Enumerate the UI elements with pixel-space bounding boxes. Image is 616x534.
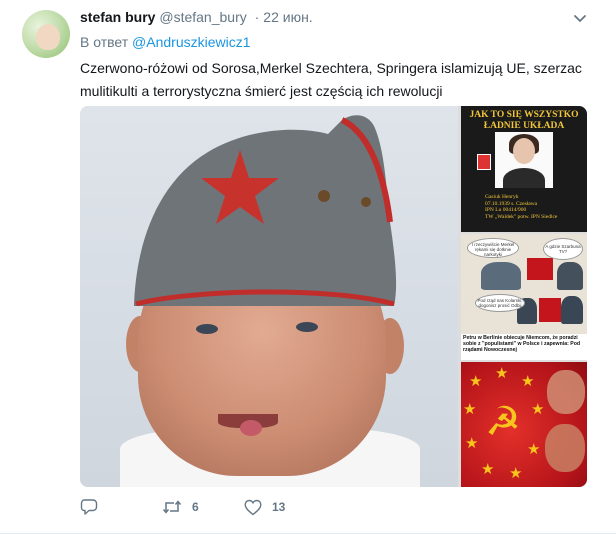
- tweet-date[interactable]: 22 июн.: [263, 9, 312, 25]
- thumbnail-2-caption: Petru w Berlinie obiecuje Niemcom, że po…: [463, 335, 581, 353]
- star-icon: ★: [463, 400, 477, 418]
- star-icon: ★: [531, 400, 545, 418]
- retweet-count: 6: [192, 500, 199, 514]
- portrait-head: [513, 138, 535, 164]
- like-count: 13: [272, 500, 286, 514]
- reply-prefix: В ответ: [80, 34, 129, 50]
- tweet-header: stefan bury @stefan_bury · 22 июн.: [80, 9, 313, 25]
- thumbnail-1-portrait: [495, 132, 553, 188]
- speech-bubble: Pod rząd nas Kolarski, dogonisz prosić O…: [475, 294, 525, 312]
- photo-tongue: [240, 420, 262, 436]
- photo-eye-right: [296, 322, 318, 332]
- reply-button[interactable]: [80, 497, 98, 517]
- portrait-body: [503, 168, 545, 188]
- thumbnail-2[interactable]: I rzeczywiście Merkel rękami się dotknie…: [461, 234, 587, 360]
- red-chair: [527, 258, 553, 280]
- budenovka-hat: [134, 115, 397, 306]
- author-name[interactable]: stefan bury: [80, 9, 155, 25]
- retweet-button[interactable]: 6: [162, 497, 199, 517]
- tweet[interactable]: stefan bury @stefan_bury · 22 июн. В отве…: [0, 0, 616, 534]
- tweet-text: Czerwono-różowi od Sorosa,Merkel Szechte…: [80, 60, 582, 99]
- reply-mention-link[interactable]: @Andruszkiewicz1: [132, 34, 250, 50]
- reply-icon: [80, 499, 98, 515]
- star-icon: ★: [521, 372, 535, 390]
- star-icon: ★: [495, 364, 509, 382]
- star-icon: ★: [481, 460, 495, 478]
- thumbnail-1[interactable]: JAK TO SIĘ WSZYSTKO ŁADNIE UKŁADA Gasiuk…: [461, 106, 587, 232]
- heart-icon: [244, 499, 262, 515]
- thumbnail-1-caption: Gasiuk Henryk 07.10.1939 s. Czesława IPN…: [485, 194, 557, 220]
- figure: [481, 262, 521, 290]
- star-icon: ★: [509, 464, 523, 482]
- chevron-down-icon[interactable]: [572, 10, 588, 26]
- thumbnail-3[interactable]: ★ ★ ★ ★ ★ ★ ★ ★ ★ ☭: [461, 362, 587, 487]
- main-photo[interactable]: [80, 106, 458, 487]
- face: [545, 424, 585, 472]
- separator-dot: ·: [254, 9, 260, 25]
- speech-bubble: A gdzie Szarbuna TV?: [543, 238, 583, 260]
- star-icon: ★: [465, 434, 479, 452]
- reply-context: В ответ @Andruszkiewicz1: [80, 34, 251, 50]
- thumbnail-1-emblem: [477, 154, 491, 170]
- photo-eye-left: [196, 324, 218, 334]
- speech-bubble: I rzeczywiście Merkel rękami się dotknie…: [467, 238, 519, 258]
- thumbnail-1-title: JAK TO SIĘ WSZYSTKO ŁADNIE UKŁADA: [469, 110, 579, 131]
- star-icon: ★: [469, 372, 483, 390]
- author-handle[interactable]: @stefan_bury: [159, 9, 246, 25]
- figure: [561, 296, 583, 324]
- caption-line: TW „Waldek" potw. IPN Siedlce: [485, 213, 558, 220]
- avatar-face: [36, 24, 60, 50]
- hammer-sickle-icon: ☭: [485, 399, 521, 445]
- like-button[interactable]: 13: [244, 497, 285, 517]
- red-chair: [539, 298, 561, 322]
- avatar[interactable]: [22, 10, 70, 58]
- star-icon: ★: [527, 440, 541, 458]
- media-grid[interactable]: JAK TO SIĘ WSZYSTKO ŁADNIE UKŁADA Gasiuk…: [80, 106, 587, 487]
- face: [547, 370, 585, 414]
- retweet-icon: [162, 500, 182, 514]
- figure: [557, 262, 583, 290]
